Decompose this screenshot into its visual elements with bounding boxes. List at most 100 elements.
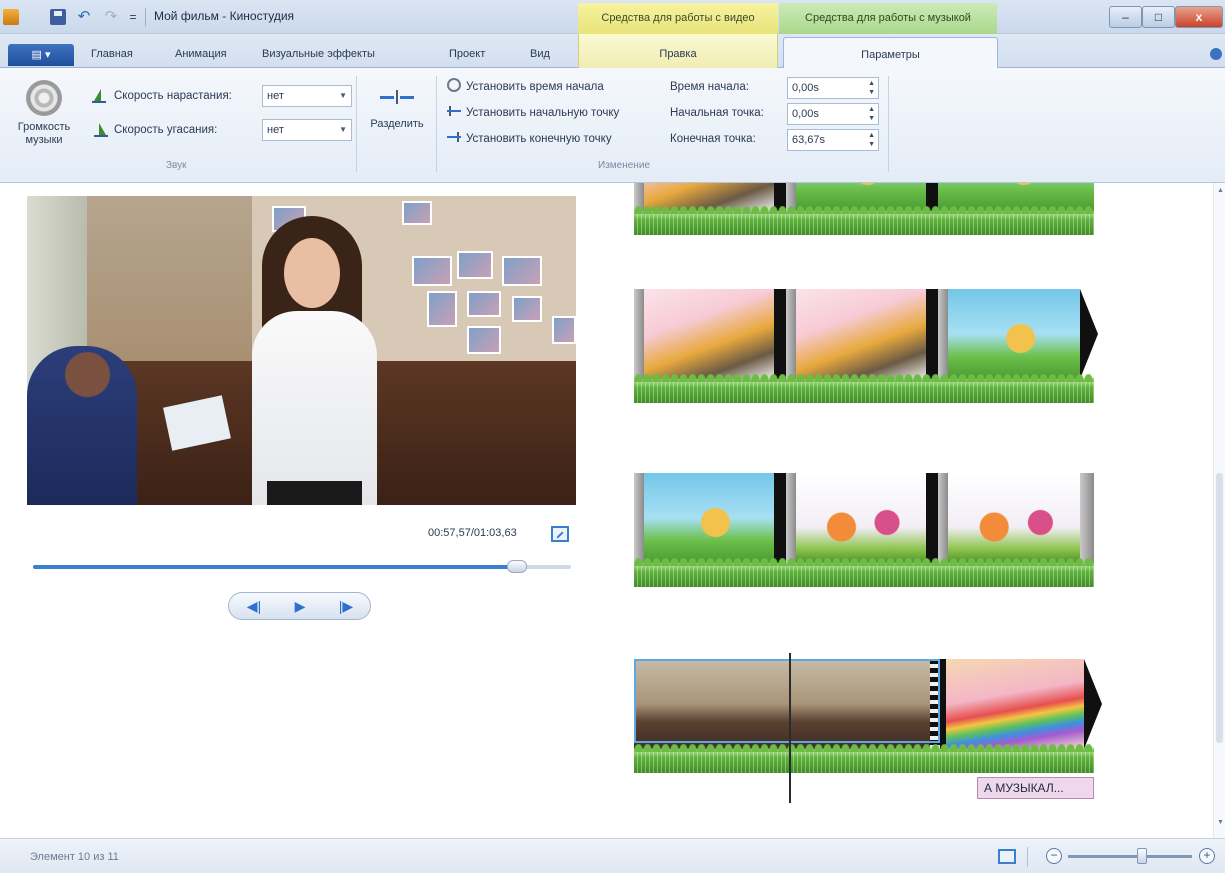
singer-figure bbox=[232, 216, 397, 505]
tab-edit-label: Правка bbox=[659, 48, 697, 60]
split-button[interactable]: Разделить bbox=[362, 86, 432, 146]
status-text: Элемент 10 из 11 bbox=[30, 851, 119, 863]
set-start-point-button[interactable]: Установить начальную точку bbox=[447, 103, 619, 123]
tab-home[interactable]: Главная bbox=[91, 48, 133, 60]
window-title: Мой фильм - Киностудия bbox=[154, 9, 295, 23]
music-volume-label: Громкость музыки bbox=[17, 121, 71, 146]
selected-clip-outline bbox=[634, 659, 940, 743]
app-menu-button[interactable]: ▤ ▾ bbox=[8, 44, 74, 66]
end-point-label: Конечная точка: bbox=[670, 133, 756, 145]
sound-group-label: Звук bbox=[166, 160, 187, 171]
start-time-label: Время начала: bbox=[670, 81, 749, 93]
close-button[interactable]: x bbox=[1175, 6, 1223, 28]
playback-time: 00:57,57/01:03,63 bbox=[428, 527, 517, 539]
music-track[interactable] bbox=[634, 374, 1094, 403]
fade-in-icon bbox=[92, 89, 108, 103]
fade-out-value: нет bbox=[267, 124, 284, 136]
split-icon bbox=[380, 90, 414, 104]
scroll-thumb[interactable] bbox=[1216, 473, 1223, 743]
clock-icon bbox=[447, 78, 461, 92]
music-track[interactable] bbox=[634, 558, 1094, 587]
set-start-time-label: Установить время начала bbox=[466, 81, 604, 93]
play-button[interactable]: ▶ bbox=[277, 593, 323, 619]
zoom-in-button[interactable]: + bbox=[1199, 848, 1215, 864]
scroll-down-icon[interactable]: ▼ bbox=[1217, 819, 1224, 826]
fade-in-select[interactable]: нет ▼ bbox=[262, 85, 352, 107]
group-divider bbox=[436, 76, 437, 172]
tab-options-label: Параметры bbox=[861, 49, 920, 61]
save-icon[interactable] bbox=[50, 9, 66, 25]
start-point-label: Начальная точка: bbox=[670, 107, 764, 119]
seek-bar[interactable] bbox=[33, 560, 571, 573]
scroll-up-icon[interactable]: ▲ bbox=[1217, 187, 1224, 194]
speaker-icon bbox=[26, 80, 62, 116]
zoom-slider[interactable] bbox=[1068, 855, 1192, 858]
end-point-value: 63,67s bbox=[792, 134, 826, 146]
start-time-input[interactable]: 0,00s ▲ ▼ bbox=[787, 77, 879, 99]
set-start-time-button[interactable]: Установить время начала bbox=[447, 77, 604, 97]
seek-handle[interactable] bbox=[507, 560, 528, 573]
video-clip-strip[interactable] bbox=[634, 659, 1102, 749]
zoom-out-button[interactable]: − bbox=[1046, 848, 1062, 864]
tab-options[interactable]: Параметры bbox=[783, 37, 998, 69]
set-end-point-button[interactable]: Установить конечную точку bbox=[447, 129, 612, 149]
set-start-point-icon bbox=[447, 104, 461, 118]
minimize-button[interactable]: – bbox=[1109, 6, 1142, 28]
caption-clip[interactable]: А МУЗЫКАЛ... bbox=[977, 777, 1094, 799]
set-end-point-icon bbox=[447, 130, 461, 144]
fade-in-label: Скорость нарастания: bbox=[114, 90, 232, 102]
transport-controls: ◀| ▶ |▶ bbox=[228, 592, 371, 620]
playhead[interactable] bbox=[789, 653, 791, 803]
tab-project[interactable]: Проект bbox=[449, 48, 485, 60]
video-clip-strip[interactable] bbox=[634, 289, 1098, 379]
next-frame-button[interactable]: |▶ bbox=[323, 593, 369, 619]
set-end-point-label: Установить конечную точку bbox=[466, 133, 612, 145]
spinner-arrows-icon[interactable]: ▲ ▼ bbox=[868, 79, 875, 97]
start-point-value: 0,00s bbox=[792, 108, 819, 120]
app-icon[interactable] bbox=[3, 9, 19, 25]
set-start-point-label: Установить начальную точку bbox=[466, 107, 620, 119]
status-bar: Элемент 10 из 11 − + bbox=[0, 838, 1225, 873]
previous-frame-button[interactable]: ◀| bbox=[231, 593, 277, 619]
storyboard-scrollbar[interactable]: ▲ ▼ bbox=[1213, 183, 1225, 838]
tab-view[interactable]: Вид bbox=[530, 48, 550, 60]
fullscreen-icon[interactable] bbox=[551, 526, 569, 542]
music-track[interactable] bbox=[634, 744, 1094, 773]
title-divider bbox=[145, 8, 146, 26]
aspect-ratio-icon[interactable] bbox=[998, 849, 1016, 864]
ribbon: Громкость музыки Скорость нарастания: не… bbox=[0, 68, 1225, 183]
fade-out-label: Скорость угасания: bbox=[114, 124, 218, 136]
music-tools-context-label: Средства для работы с музыкой bbox=[779, 3, 997, 34]
title-bar: ↶ ↷ = Мой фильм - Киностудия Средства дл… bbox=[0, 0, 1225, 34]
group-divider bbox=[356, 76, 357, 172]
undo-icon[interactable]: ↶ bbox=[76, 9, 92, 25]
video-clip-strip[interactable] bbox=[634, 473, 1094, 563]
video-preview[interactable] bbox=[27, 196, 576, 505]
redo-icon[interactable]: ↷ bbox=[103, 9, 119, 25]
quick-access-menu-icon[interactable]: = bbox=[125, 9, 141, 25]
preview-pane: 00:57,57/01:03,63 ◀| ▶ |▶ bbox=[0, 183, 598, 838]
zoom-slider-handle[interactable] bbox=[1137, 848, 1148, 864]
chevron-down-icon: ▼ bbox=[339, 91, 347, 100]
spinner-arrows-icon[interactable]: ▲ ▼ bbox=[868, 105, 875, 123]
tab-visual-effects[interactable]: Визуальные эффекты bbox=[262, 48, 375, 60]
start-time-value: 0,00s bbox=[792, 82, 819, 94]
ribbon-tab-row: ▤ ▾ Главная Анимация Визуальные эффекты … bbox=[0, 34, 1225, 69]
split-label: Разделить bbox=[370, 118, 424, 130]
fade-out-select[interactable]: нет ▼ bbox=[262, 119, 352, 141]
status-divider bbox=[1027, 847, 1028, 867]
tab-edit[interactable]: Правка bbox=[578, 34, 778, 68]
seek-bar-fill bbox=[33, 565, 518, 569]
maximize-button[interactable]: □ bbox=[1142, 6, 1175, 28]
group-divider bbox=[888, 76, 889, 172]
editing-group-label: Изменение bbox=[598, 160, 650, 171]
start-point-input[interactable]: 0,00s ▲ ▼ bbox=[787, 103, 879, 125]
help-icon[interactable] bbox=[1210, 48, 1222, 60]
music-volume-button[interactable]: Громкость музыки bbox=[10, 74, 78, 156]
pianist-figure bbox=[27, 346, 137, 505]
tab-animation[interactable]: Анимация bbox=[175, 48, 227, 60]
fade-in-value: нет bbox=[267, 90, 284, 102]
music-track[interactable] bbox=[634, 206, 1094, 235]
end-point-input[interactable]: 63,67s ▲ ▼ bbox=[787, 129, 879, 151]
spinner-arrows-icon[interactable]: ▲ ▼ bbox=[868, 131, 875, 149]
